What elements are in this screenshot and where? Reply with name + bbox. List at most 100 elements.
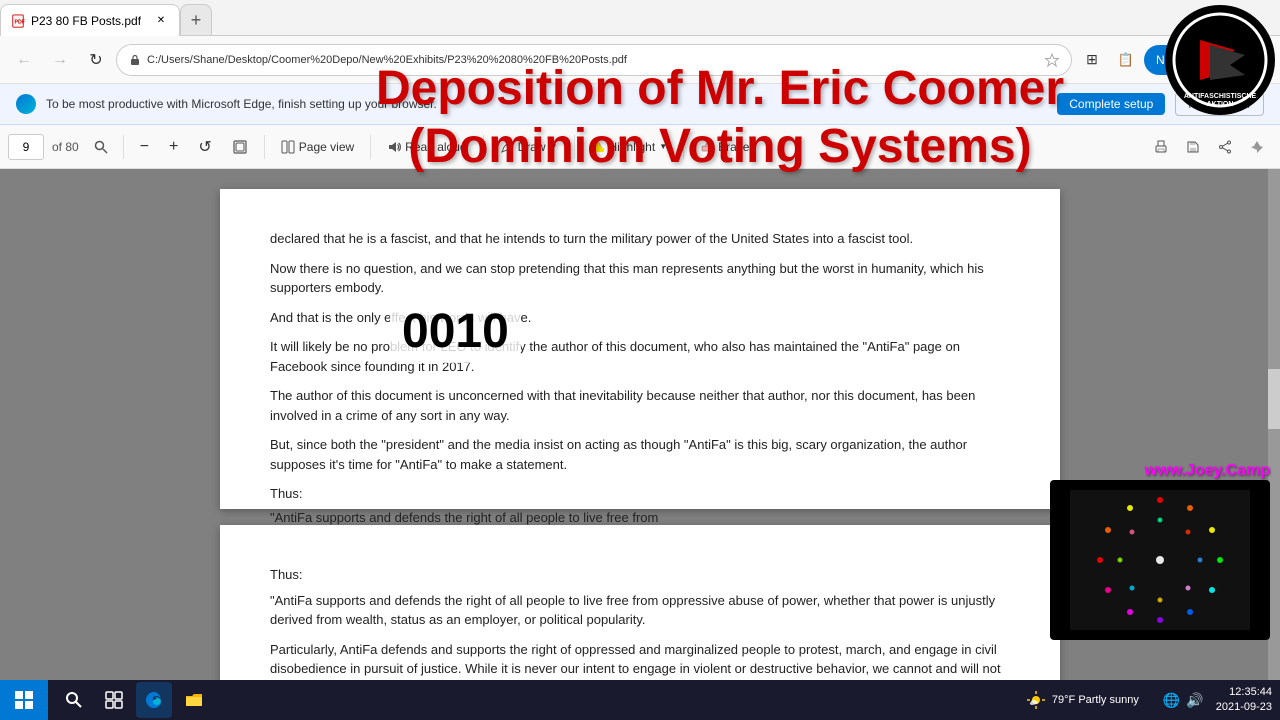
partly-sunny-icon	[1026, 690, 1046, 710]
para-antifa-1: "AntiFa supports and defends the right o…	[270, 591, 1010, 630]
joey-camp-image	[1050, 480, 1270, 640]
notification-text: To be most productive with Microsoft Edg…	[46, 97, 1047, 111]
svg-text:ANTIFASCHISTISCHE: ANTIFASCHISTISCHE	[1184, 93, 1257, 100]
volume-icon[interactable]: 🔊	[1186, 692, 1203, 709]
speaker-icon	[387, 140, 401, 154]
pdf-page-2-content: Thus: "AntiFa supports and defends the r…	[270, 565, 1010, 680]
erase-button[interactable]: Erase	[692, 132, 757, 162]
read-aloud-button[interactable]: Read aloud	[379, 132, 474, 162]
pdf-page-1-content: declared that he is a fascist, and that …	[270, 229, 1010, 557]
plus-icon: +	[191, 10, 202, 31]
tab-title: P23 80 FB Posts.pdf	[31, 14, 141, 28]
rotate-icon: ↺	[198, 137, 211, 157]
antifa-logo: ANTIFASCHISTISCHE AKTION	[1160, 0, 1280, 120]
pdf-tab-icon: PDF	[11, 14, 25, 28]
para-4: It will likely be no problem for LEO to …	[270, 337, 1010, 376]
pin-icon	[1250, 140, 1264, 154]
zoom-out-icon: −	[140, 138, 149, 156]
highlight-dropdown-icon: ▼	[659, 142, 667, 151]
refresh-button[interactable]: ↻	[80, 44, 112, 76]
start-button[interactable]	[0, 680, 48, 720]
antifa-circle: ANTIFASCHISTISCHE AKTION	[1165, 5, 1275, 115]
svg-text:PDF: PDF	[15, 19, 26, 25]
address-text: C:/Users/Shane/Desktop/Coomer%20Depo/New…	[147, 54, 1035, 66]
edge-logo	[16, 94, 36, 114]
taskbar: 79°F Partly sunny 🌐 🔊 12:35:44 2021-09-2…	[0, 680, 1280, 720]
page-total-label: of 80	[48, 140, 83, 154]
search-icon	[94, 140, 108, 154]
toolbar-separator-6	[683, 135, 684, 159]
save-icon	[1186, 140, 1200, 154]
network-icon[interactable]: 🌐	[1163, 692, 1180, 709]
weather-text: 79°F Partly sunny	[1052, 694, 1139, 706]
svg-text:AKTION: AKTION	[1207, 101, 1234, 108]
taskbar-right: 79°F Partly sunny 🌐 🔊 12:35:44 2021-09-2…	[1026, 685, 1280, 716]
taskbar-edge-button[interactable]	[136, 682, 172, 718]
taskbar-icons	[48, 682, 220, 718]
joey-camp-overlay: www.Joey.Camp	[1050, 462, 1280, 640]
page-number-input[interactable]	[8, 134, 44, 160]
para-2: Now there is no question, and we can sto…	[270, 259, 1010, 298]
tab-bar: PDF P23 80 FB Posts.pdf ✕ +	[0, 0, 1280, 36]
nav-bar: ← → ↻ C:/Users/Shane/Desktop/Coomer%20De…	[0, 36, 1280, 84]
taskview-icon	[105, 691, 123, 709]
weather-widget[interactable]: 79°F Partly sunny	[1026, 690, 1151, 710]
fit-button[interactable]	[224, 132, 256, 162]
para-6: But, since both the "president" and the …	[270, 435, 1010, 474]
toolbar-separator-1	[123, 135, 124, 159]
taskbar-sys-icons: 🌐 🔊	[1155, 692, 1212, 709]
edge-icon	[144, 690, 164, 710]
taskbar-search-icon	[65, 691, 83, 709]
highlight-button[interactable]: Highlight ▼	[583, 132, 676, 162]
pdf-scrollbar-thumb[interactable]	[1268, 369, 1280, 429]
print-button[interactable]	[1146, 132, 1176, 162]
page-view-icon	[281, 140, 295, 154]
zoom-in-button[interactable]: +	[161, 132, 186, 162]
pdf-page-2: Thus: "AntiFa supports and defends the r…	[220, 525, 1060, 680]
para-antifa-2: Particularly, AntiFa defends and support…	[270, 640, 1010, 681]
draw-dropdown-icon: ▼	[550, 142, 558, 151]
search-pdf-button[interactable]	[87, 133, 115, 161]
para-thus: Thus:	[270, 565, 1010, 585]
forward-button[interactable]: →	[44, 44, 76, 76]
pen-icon	[500, 140, 514, 154]
rotate-button[interactable]: ↺	[190, 132, 219, 162]
folder-icon	[184, 690, 204, 710]
eraser-icon	[700, 140, 714, 154]
complete-setup-button[interactable]: Complete setup	[1057, 93, 1165, 115]
taskbar-clock[interactable]: 12:35:44 2021-09-23	[1216, 685, 1272, 716]
toolbar-separator-2	[264, 135, 265, 159]
para-3: And that is the only effect his words wi…	[270, 308, 1010, 328]
taskbar-search-button[interactable]	[56, 682, 92, 718]
pdf-tools-right	[1146, 132, 1272, 162]
share-icon	[1218, 140, 1232, 154]
clock-date: 2021-09-23	[1216, 700, 1272, 715]
lock-icon	[129, 54, 141, 66]
page-view-button[interactable]: Page view	[273, 132, 362, 162]
address-bar[interactable]: C:/Users/Shane/Desktop/Coomer%20Depo/New…	[116, 44, 1072, 76]
save-button[interactable]	[1178, 132, 1208, 162]
zoom-in-icon: +	[169, 138, 178, 156]
taskbar-taskview-button[interactable]	[96, 682, 132, 718]
pin-button[interactable]	[1242, 132, 1272, 162]
joey-camp-url: www.Joey.Camp	[1050, 462, 1280, 480]
collections-button[interactable]: 📋	[1110, 44, 1142, 76]
antifa-emblem: ANTIFASCHISTISCHE AKTION	[1170, 10, 1270, 110]
toolbar-separator-5	[574, 135, 575, 159]
windows-icon	[15, 691, 33, 709]
back-button[interactable]: ←	[8, 44, 40, 76]
draw-button[interactable]: Draw ▼	[492, 132, 566, 162]
highlight-icon	[591, 140, 605, 154]
extensions-button[interactable]: ⊞	[1076, 44, 1108, 76]
counter-overlay: 0010	[390, 300, 521, 363]
new-tab-button[interactable]: +	[180, 4, 212, 36]
star-icon[interactable]	[1045, 53, 1059, 67]
taskbar-explorer-button[interactable]	[176, 682, 212, 718]
share-button[interactable]	[1210, 132, 1240, 162]
zoom-out-button[interactable]: −	[132, 132, 157, 162]
tab-close-button[interactable]: ✕	[153, 13, 169, 29]
clock-time: 12:35:44	[1216, 685, 1272, 700]
counter-display: 0010	[402, 305, 509, 358]
active-tab[interactable]: PDF P23 80 FB Posts.pdf ✕	[0, 4, 180, 36]
print-icon	[1154, 140, 1168, 154]
